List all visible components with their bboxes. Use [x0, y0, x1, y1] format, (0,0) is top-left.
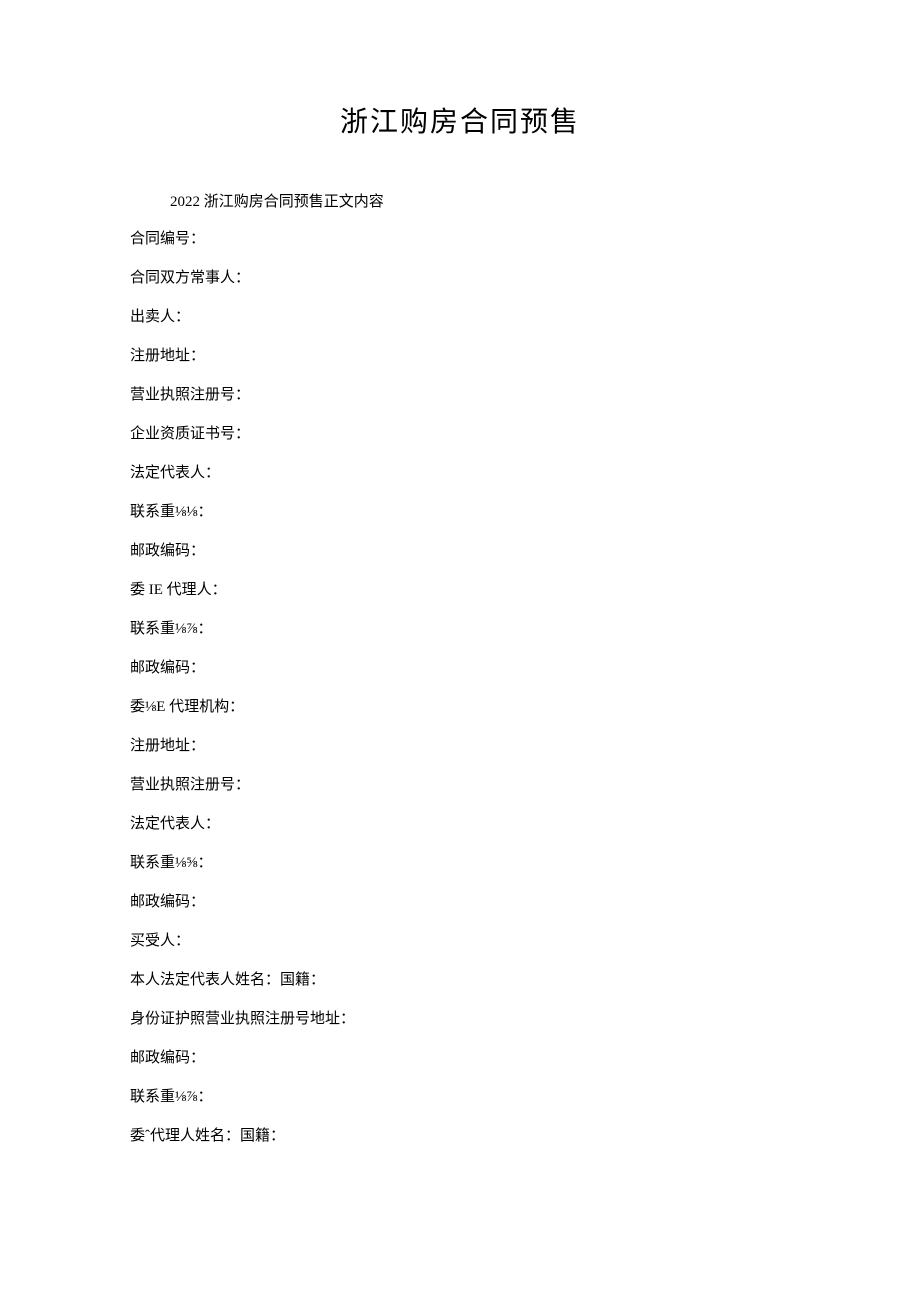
field-line: 出卖人：: [130, 307, 790, 328]
field-line: 邮政编码：: [130, 1048, 790, 1069]
field-line: 注册地址：: [130, 346, 790, 367]
intro-text: 2022 浙江购房合同预售正文内容: [130, 190, 790, 211]
field-line: 企业资质证书号：: [130, 424, 790, 445]
field-line: 营业执照注册号：: [130, 775, 790, 796]
field-line: 邮政编码：: [130, 541, 790, 562]
field-line: 营业执照注册号：: [130, 385, 790, 406]
field-line: 邮政编码：: [130, 658, 790, 679]
field-line: 合同编号：: [130, 229, 790, 250]
field-line: 法定代表人：: [130, 463, 790, 484]
field-line: 委⅛E 代理机构：: [130, 697, 790, 718]
field-line: 本人法定代表人姓名：国籍：: [130, 970, 790, 991]
field-line: 委 IE 代理人：: [130, 580, 790, 601]
field-line: 邮政编码：: [130, 892, 790, 913]
document-title: 浙江购房合同预售: [130, 100, 790, 140]
field-line: 联系重⅛⅛：: [130, 502, 790, 523]
field-line: 身份证护照营业执照注册号地址：: [130, 1009, 790, 1030]
field-line: 合同双方常事人：: [130, 268, 790, 289]
field-line: 法定代表人：: [130, 814, 790, 835]
field-line: 联系重⅛⅞：: [130, 1087, 790, 1108]
field-line: 注册地址：: [130, 736, 790, 757]
field-line: 联系重⅛⅝：: [130, 853, 790, 874]
field-line: 买受人：: [130, 931, 790, 952]
field-line: 联系重⅛⅞：: [130, 619, 790, 640]
field-line: 委ˆ代理人姓名：国籍：: [130, 1126, 790, 1147]
